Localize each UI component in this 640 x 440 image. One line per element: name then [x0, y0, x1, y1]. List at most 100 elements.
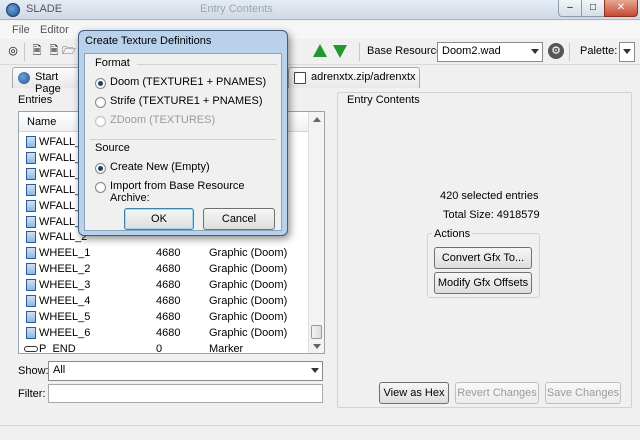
graphic-file-icon — [26, 151, 36, 164]
scrollbar-thumb[interactable] — [311, 325, 322, 339]
list-item[interactable]: P_END 0 Marker — [19, 341, 309, 354]
entry-size: 4680 — [156, 326, 181, 339]
radio-strife-format[interactable] — [95, 97, 106, 108]
maximize-button[interactable]: □ — [581, 0, 605, 17]
format-label: Format — [95, 57, 130, 69]
graphic-file-icon — [26, 231, 36, 244]
gear-icon[interactable]: ⚙ — [548, 43, 564, 59]
entries-label: Entries — [18, 94, 53, 106]
entry-name: WHEEL_6 — [39, 326, 91, 339]
base-resource-value: Doom2.wad — [442, 45, 501, 57]
graphic-file-icon — [26, 136, 36, 148]
strife-format-label[interactable]: Strife (TEXTURE1 + PNAMES) — [110, 95, 263, 107]
list-item[interactable]: WHEEL_6 4680 Graphic (Doom) — [19, 325, 309, 341]
view-as-hex-button[interactable]: View as Hex — [379, 382, 449, 404]
radio-import-base[interactable] — [95, 182, 106, 193]
list-item[interactable]: WHEEL_1 4680 Graphic (Doom) — [19, 245, 309, 261]
doom-format-label[interactable]: Doom (TEXTURE1 + PNAMES) — [110, 76, 266, 88]
entry-name: WHEEL_3 — [39, 279, 91, 292]
entry-size: 4680 — [156, 310, 181, 323]
modify-gfx-offsets-button[interactable]: Modify Gfx Offsets — [434, 272, 532, 294]
entry-name: P_END — [39, 342, 76, 354]
tab-archive[interactable]: adrenxtx.zip/adrenxtx — [288, 67, 420, 88]
revert-changes-button[interactable]: Revert Changes — [455, 382, 539, 404]
entry-type: Graphic (Doom) — [209, 295, 288, 307]
entry-size: 4680 — [156, 295, 181, 307]
app-icon[interactable]: ◎ — [6, 44, 20, 58]
graphic-file-icon — [26, 263, 36, 276]
show-value: All — [53, 364, 66, 376]
list-item[interactable]: WHEEL_5 4680 Graphic (Doom) — [19, 309, 309, 325]
dialog-title: Create Texture Definitions — [85, 35, 212, 47]
entry-size: 0 — [156, 342, 163, 354]
cancel-button[interactable]: Cancel — [203, 208, 275, 230]
ok-button[interactable]: OK — [124, 208, 194, 230]
toolbar-separator — [24, 43, 25, 61]
scroll-down-icon[interactable] — [313, 344, 321, 349]
import-base-label[interactable]: Import from Base Resource Archive: — [110, 180, 281, 204]
list-item[interactable]: WHEEL_4 4680 Graphic (Doom) — [19, 293, 309, 309]
slade-logo-icon — [18, 72, 30, 84]
palette-label: Palette: — [580, 45, 618, 57]
close-window-button[interactable]: ✕ — [604, 0, 638, 17]
base-resource-label: Base Resource: — [367, 45, 446, 57]
entry-type: Graphic (Doom) — [209, 279, 288, 292]
title-bar: SLADE Entry Contents – □ ✕ — [0, 0, 640, 20]
show-select[interactable]: All — [48, 361, 323, 381]
actions-label: Actions — [432, 228, 473, 240]
create-texture-definitions-dialog: Create Texture Definitions Format Doom (… — [78, 30, 288, 236]
radio-zdoom-format — [95, 116, 106, 127]
radio-create-new[interactable] — [95, 163, 106, 174]
graphic-file-icon — [26, 326, 36, 339]
minimize-button[interactable]: – — [558, 0, 582, 17]
new-zip-icon[interactable]: 🗎 — [47, 44, 61, 58]
separator — [137, 64, 277, 65]
entry-name: WHEEL_1 — [39, 247, 91, 260]
graphic-file-icon — [26, 310, 36, 323]
entry-name: WHEEL_2 — [39, 263, 91, 276]
entry-list-scrollbar[interactable] — [308, 112, 324, 353]
status-bar — [0, 425, 640, 440]
entry-type: Graphic (Doom) — [209, 263, 288, 276]
convert-gfx-button[interactable]: Convert Gfx To... — [434, 247, 532, 269]
tab-label: Start Page — [35, 71, 61, 95]
tab-start-page[interactable]: Start Page — [12, 67, 82, 95]
toolbar-separator — [569, 43, 570, 61]
entry-size: 4680 — [156, 279, 181, 292]
entry-name: WHEEL_5 — [39, 310, 91, 323]
entry-size: 4680 — [156, 247, 181, 260]
graphic-file-icon — [26, 247, 36, 260]
save-changes-button[interactable]: Save Changes — [545, 382, 621, 404]
entry-type: Graphic (Doom) — [209, 247, 288, 260]
open-folder-icon[interactable]: 🗁 — [62, 44, 76, 58]
entry-name: WHEEL_4 — [39, 295, 91, 307]
base-resource-select[interactable]: Doom2.wad — [437, 42, 543, 62]
new-file-icon[interactable]: 🗎 — [30, 44, 44, 58]
graphic-file-icon — [26, 279, 36, 292]
list-item[interactable]: WHEEL_2 4680 Graphic (Doom) — [19, 261, 309, 277]
slade-logo-icon — [6, 3, 20, 17]
palette-select[interactable] — [619, 42, 635, 62]
toolbar-separator — [359, 43, 360, 61]
move-down-icon[interactable] — [333, 45, 347, 58]
column-name-header[interactable]: Name — [27, 116, 56, 128]
menu-editor[interactable]: Editor — [40, 24, 69, 36]
document-icon — [294, 72, 306, 84]
radio-doom-format[interactable] — [95, 78, 106, 89]
separator — [90, 139, 276, 140]
tab-label: adrenxtx.zip/adrenxtx — [311, 71, 416, 83]
create-new-label[interactable]: Create New (Empty) — [110, 161, 210, 173]
zdoom-format-label: ZDoom (TEXTURES) — [110, 114, 216, 126]
total-size-text: Total Size: 4918579 — [443, 209, 540, 221]
filter-input[interactable] — [48, 384, 323, 403]
list-item[interactable]: WHEEL_3 4680 Graphic (Doom) — [19, 277, 309, 293]
marker-icon — [24, 345, 38, 352]
scroll-up-icon[interactable] — [313, 117, 321, 122]
graphic-file-icon — [26, 167, 36, 180]
menu-file[interactable]: File — [12, 24, 30, 36]
graphic-file-icon — [26, 295, 36, 307]
window-title: SLADE — [26, 3, 63, 15]
selected-count-text: 420 selected entries — [440, 190, 539, 202]
dialog-body: Format Doom (TEXTURE1 + PNAMES) Strife (… — [84, 53, 282, 231]
move-up-icon[interactable] — [313, 44, 327, 57]
